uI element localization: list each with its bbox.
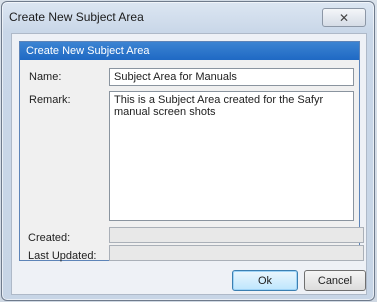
remark-label: Remark: bbox=[29, 94, 71, 106]
created-label: Created: bbox=[28, 232, 71, 244]
remark-textarea[interactable]: This is a Subject Area created for the S… bbox=[109, 91, 354, 221]
close-icon: ✕ bbox=[338, 10, 350, 25]
cancel-button[interactable]: Cancel bbox=[304, 270, 366, 291]
created-field bbox=[109, 227, 364, 243]
name-input[interactable] bbox=[109, 68, 354, 86]
name-label: Name: bbox=[29, 71, 62, 83]
dialog-client-area: Create New Subject Area Name: Remark: Th… bbox=[11, 33, 367, 295]
title-bar[interactable]: Create New Subject Area ✕ bbox=[2, 2, 374, 32]
last-updated-label: Last Updated: bbox=[28, 250, 97, 262]
ok-button[interactable]: Ok bbox=[232, 270, 298, 291]
window-title: Create New Subject Area bbox=[9, 10, 144, 24]
close-button[interactable]: ✕ bbox=[322, 8, 366, 27]
last-updated-field bbox=[109, 245, 364, 261]
panel-header: Create New Subject Area bbox=[20, 42, 359, 60]
create-subject-area-dialog: Create New Subject Area ✕ Create New Sub… bbox=[1, 1, 375, 301]
